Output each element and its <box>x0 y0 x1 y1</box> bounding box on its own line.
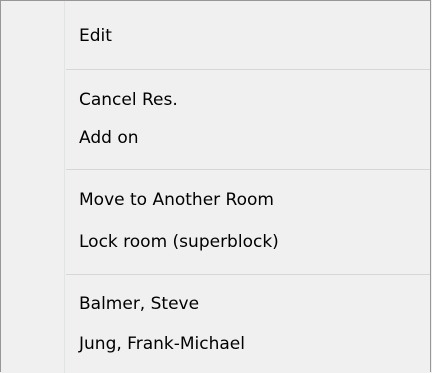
menu-item-guest-jung-frank-michael[interactable]: Jung, Frank-Michael <box>79 325 245 363</box>
menu-item-edit[interactable]: Edit <box>79 17 112 55</box>
menu-item-move-to-another-room[interactable]: Move to Another Room <box>79 181 274 219</box>
menu-item-guest-balmer-steve[interactable]: Balmer, Steve <box>79 285 199 323</box>
menu-item-cancel-reservation[interactable]: Cancel Res. <box>79 81 178 119</box>
menu-item-add-on[interactable]: Add on <box>79 119 139 157</box>
icon-gutter-divider <box>64 1 65 373</box>
menu-item-lock-room[interactable]: Lock room (superblock) <box>79 223 279 261</box>
context-menu: Edit Cancel Res. Add on Move to Another … <box>0 0 431 373</box>
menu-separator <box>66 274 430 275</box>
menu-separator <box>66 169 430 170</box>
menu-separator <box>66 69 430 70</box>
